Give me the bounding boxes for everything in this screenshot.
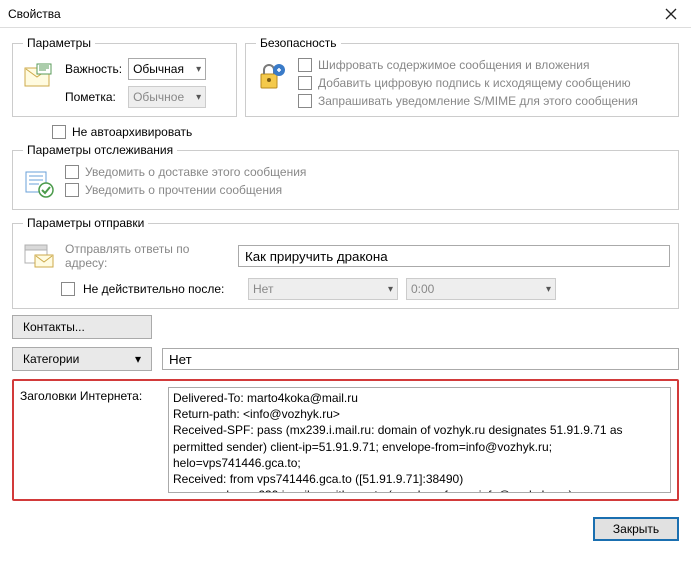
autoarchive-label: Не автоархивировать <box>72 125 192 139</box>
contacts-button[interactable]: Контакты... <box>12 315 152 339</box>
expire-date-value: Нет <box>253 282 273 296</box>
close-button-label: Закрыть <box>613 522 659 536</box>
close-icon[interactable] <box>651 0 691 28</box>
params-legend: Параметры <box>23 36 95 50</box>
flag-select: Обычное ▾ <box>128 86 206 108</box>
flag-value: Обычное <box>133 90 184 104</box>
categories-label: Категории <box>23 352 79 366</box>
security-group: Безопасность Шифровать содержимое сообще… <box>245 36 679 117</box>
chevron-down-icon: ▾ <box>135 352 141 366</box>
window-title: Свойства <box>8 7 61 21</box>
flag-label: Пометка: <box>65 90 122 104</box>
properties-icon <box>21 58 57 94</box>
delivery-receipt-label: Уведомить о доставке этого сообщения <box>85 165 306 179</box>
categories-input[interactable] <box>162 348 679 370</box>
chevron-down-icon: ▾ <box>388 284 393 295</box>
delivery-receipt-checkbox[interactable] <box>65 165 79 179</box>
read-receipt-label: Уведомить о прочтении сообщения <box>85 183 282 197</box>
chevron-down-icon: ▾ <box>196 64 201 75</box>
tracking-group: Параметры отслеживания Уведомить о доста… <box>12 143 679 210</box>
sign-label: Добавить цифровую подпись к исходящему с… <box>318 76 631 90</box>
expire-time-value: 0:00 <box>411 282 434 296</box>
chevron-down-icon: ▾ <box>546 284 551 295</box>
smime-checkbox[interactable] <box>298 94 312 108</box>
expire-time-select: 0:00 ▾ <box>406 278 556 300</box>
tracking-icon <box>21 165 57 201</box>
calendar-mail-icon <box>21 238 57 274</box>
read-receipt-checkbox[interactable] <box>65 183 79 197</box>
importance-select[interactable]: Обычная ▾ <box>128 58 206 80</box>
autoarchive-checkbox[interactable] <box>52 125 66 139</box>
replyto-label: Отправлять ответы по адресу: <box>65 242 230 270</box>
categories-button[interactable]: Категории ▾ <box>12 347 152 371</box>
encrypt-checkbox[interactable] <box>298 58 312 72</box>
params-group: Параметры Важность: Обычная ▾ <box>12 36 237 117</box>
internet-headers-section: Заголовки Интернета: <box>12 379 679 501</box>
importance-value: Обычная <box>133 62 184 76</box>
encrypt-label: Шифровать содержимое сообщения и вложени… <box>318 58 589 72</box>
expire-label: Не действительно после: <box>83 282 240 296</box>
replyto-input[interactable] <box>238 245 670 267</box>
expire-checkbox[interactable] <box>61 282 75 296</box>
smime-label: Запрашивать уведомление S/MIME для этого… <box>318 94 638 108</box>
headers-textarea[interactable] <box>168 387 671 493</box>
chevron-down-icon: ▾ <box>196 92 201 103</box>
lock-icon <box>254 58 290 94</box>
close-button[interactable]: Закрыть <box>593 517 679 541</box>
headers-label: Заголовки Интернета: <box>20 387 160 493</box>
tracking-legend: Параметры отслеживания <box>23 143 177 157</box>
delivery-group: Параметры отправки Отправлять ответы по … <box>12 216 679 309</box>
delivery-legend: Параметры отправки <box>23 216 148 230</box>
titlebar: Свойства <box>0 0 691 28</box>
importance-label: Важность: <box>65 62 122 76</box>
security-legend: Безопасность <box>256 36 341 50</box>
sign-checkbox[interactable] <box>298 76 312 90</box>
contacts-label: Контакты... <box>23 320 85 334</box>
expire-date-select: Нет ▾ <box>248 278 398 300</box>
